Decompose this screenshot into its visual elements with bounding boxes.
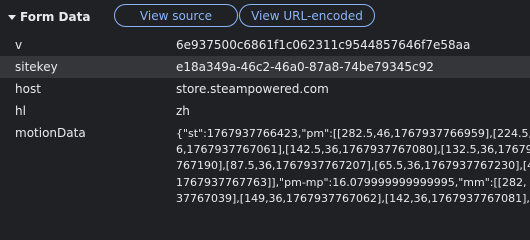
form-row-v: v 6e937500c6861f1c062311c9544857646f7e58… xyxy=(0,34,530,56)
form-row-sitekey: sitekey e18a349a-46c2-46a0-87a8-74be7934… xyxy=(0,56,530,78)
field-value[interactable]: 6e937500c6861f1c062311c9544857646f7e58aa xyxy=(176,37,470,53)
field-key: motionData xyxy=(15,126,86,140)
caret-down-icon xyxy=(8,15,16,20)
field-value[interactable]: e18a349a-46c2-46a0-87a8-74be79345c92 xyxy=(176,59,434,75)
field-key: sitekey xyxy=(15,60,58,74)
form-row-motiondata: motionData {"st":1767937766423,"pm":[[28… xyxy=(0,122,530,213)
field-key: v xyxy=(15,38,23,52)
form-data-rows: v 6e937500c6861f1c062311c9544857646f7e58… xyxy=(0,34,530,213)
field-value[interactable]: zh xyxy=(176,103,190,119)
form-data-toggle[interactable]: Form Data xyxy=(8,9,90,25)
form-row-host: host store.steampowered.com xyxy=(0,78,530,100)
field-value[interactable]: store.steampowered.com xyxy=(176,81,329,97)
section-title: Form Data xyxy=(20,10,91,24)
field-value-motiondata[interactable]: {"st":1767937766423,"pm":[[282.5,46,1767… xyxy=(176,126,530,207)
view-url-encoded-button[interactable]: View URL-encoded xyxy=(239,4,375,27)
form-row-hl: hl zh xyxy=(0,100,530,122)
field-key: host xyxy=(15,82,41,96)
view-source-button[interactable]: View source xyxy=(114,4,238,27)
form-data-header: Form Data View source View URL-encoded xyxy=(0,0,530,32)
field-key: hl xyxy=(15,104,26,118)
form-data-panel: Form Data View source View URL-encoded v… xyxy=(0,0,530,213)
